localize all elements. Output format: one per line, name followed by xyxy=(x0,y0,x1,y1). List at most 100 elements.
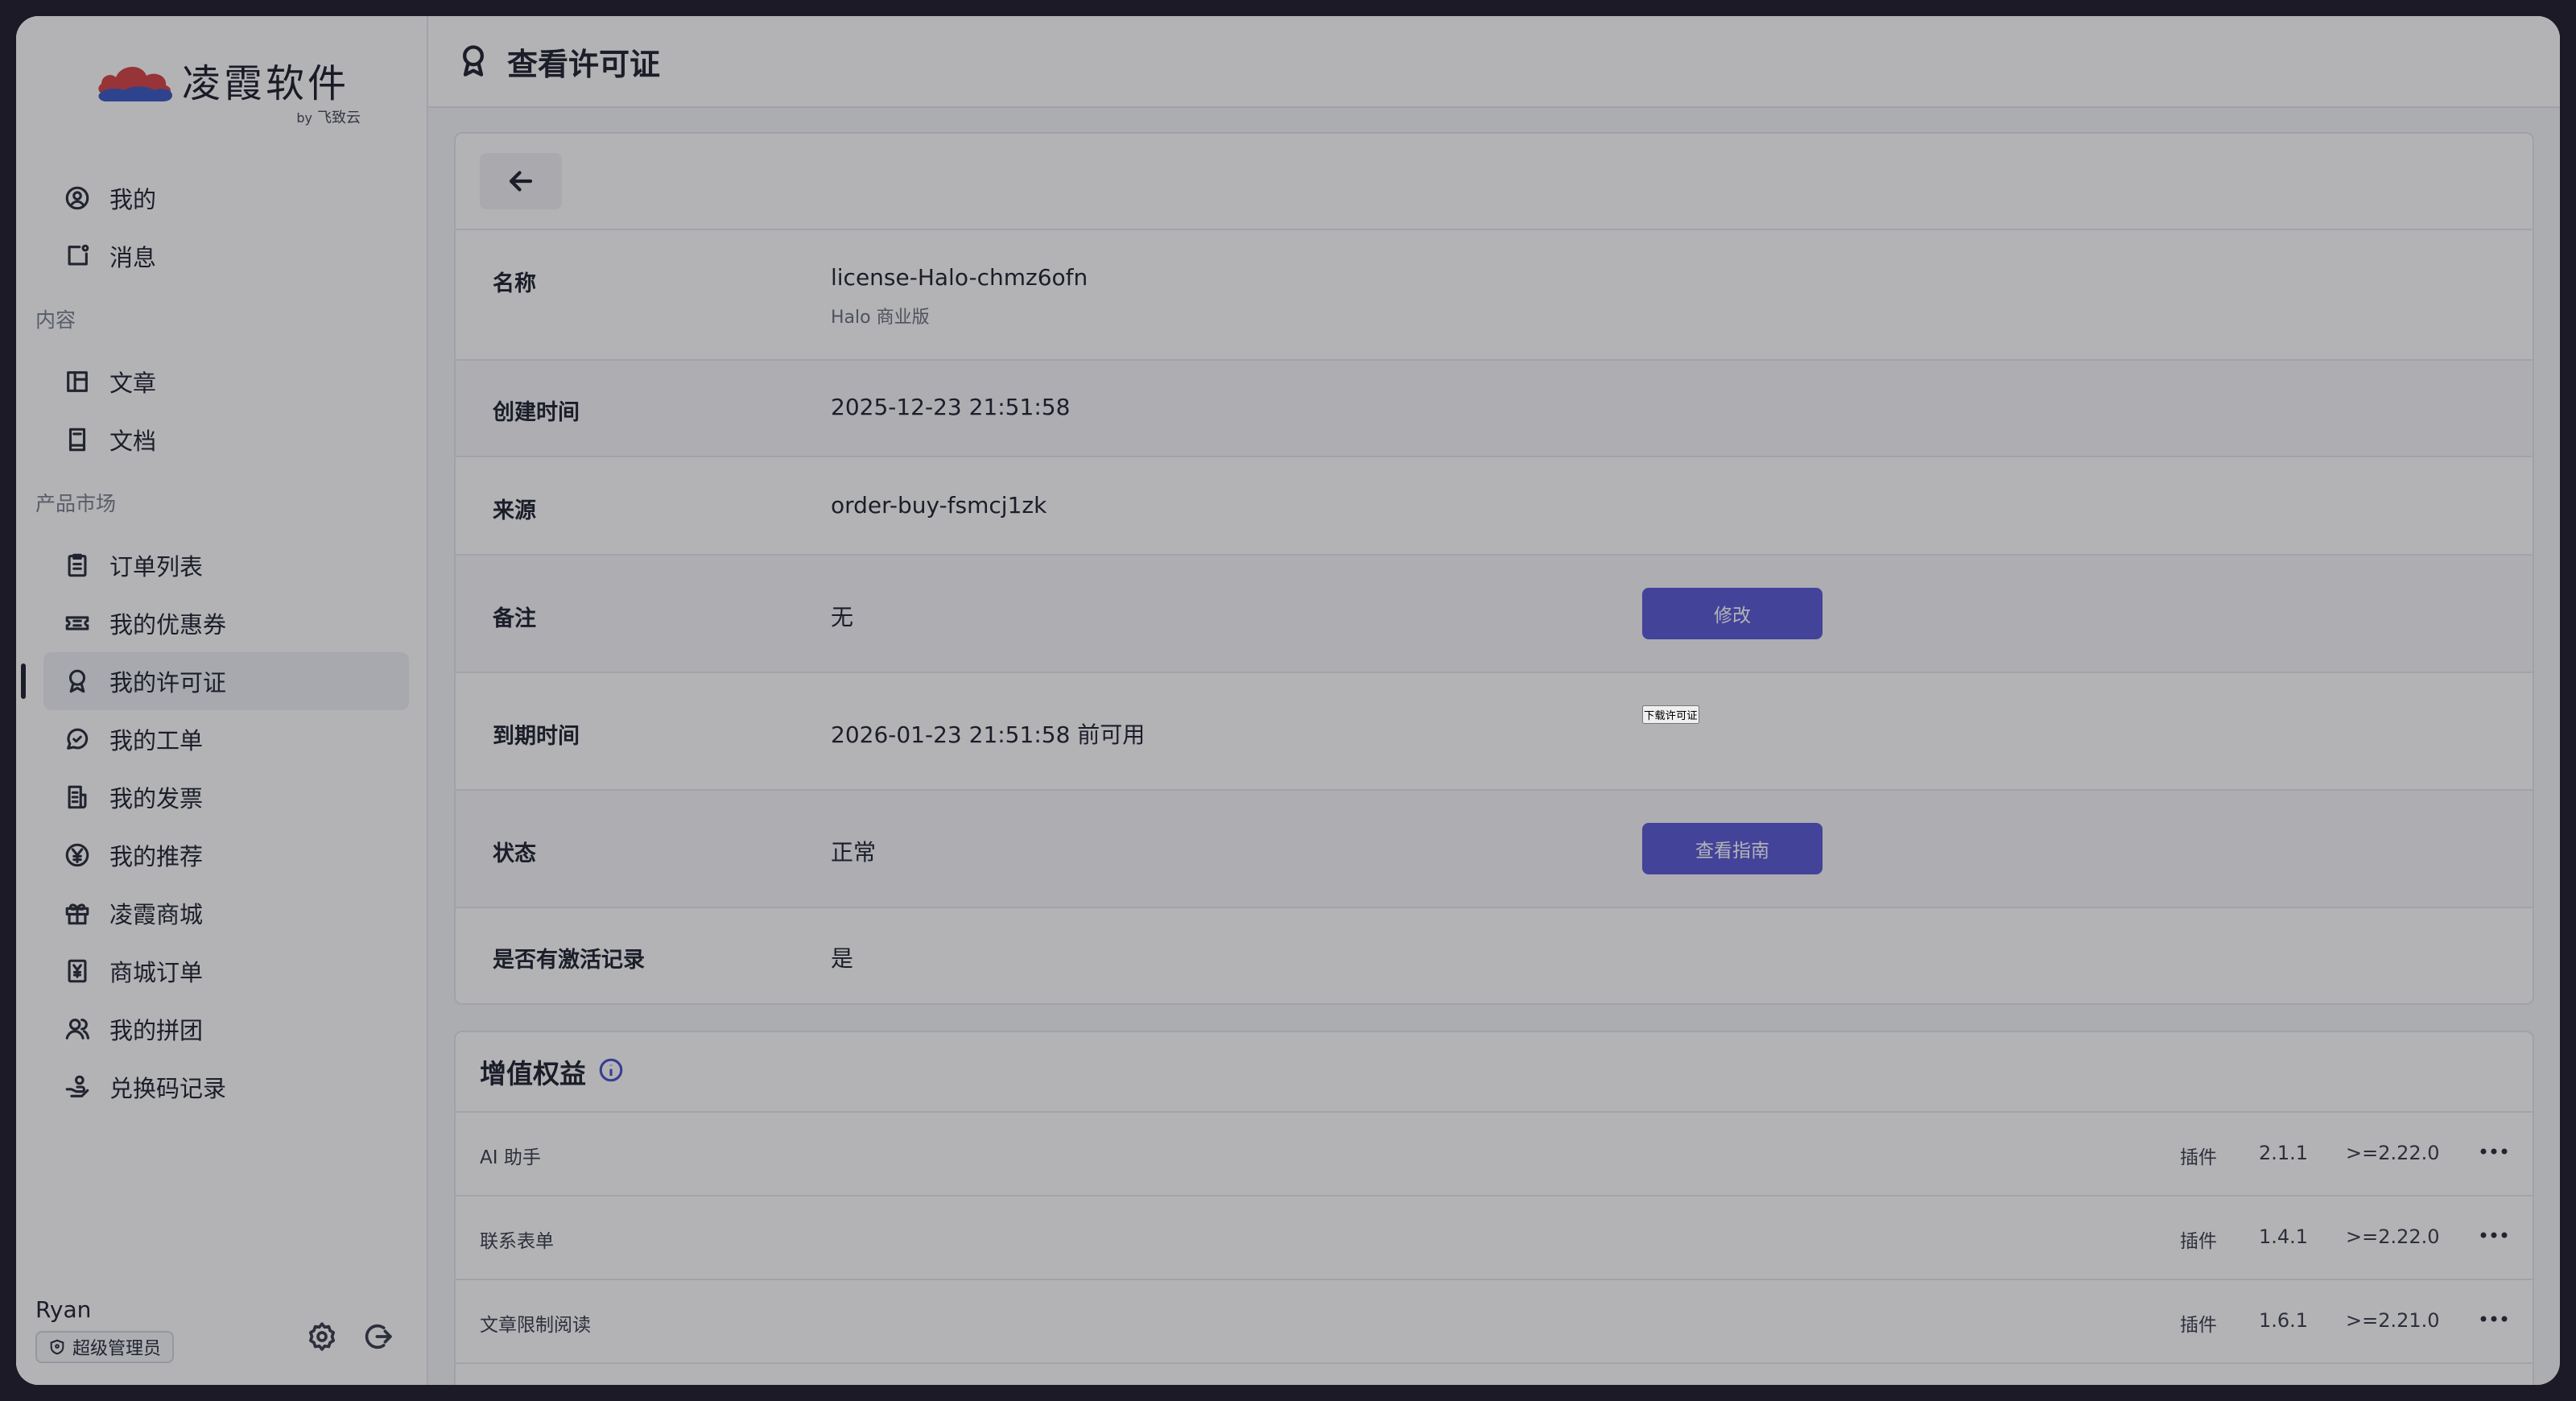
user-role-badge: 超级管理员 xyxy=(35,1331,175,1363)
sidebar-item-label: 消息 xyxy=(109,244,157,271)
article-icon xyxy=(61,366,93,398)
shield-icon xyxy=(50,1339,64,1355)
arrow-left-icon xyxy=(509,171,533,192)
more-horizontal-icon xyxy=(2480,1148,2508,1155)
sidebar-item-group-buy[interactable]: 我的拼团 xyxy=(43,1000,409,1058)
coupon-icon xyxy=(61,607,93,639)
invoice-icon xyxy=(61,781,93,813)
award-icon xyxy=(61,665,93,697)
edit-remark-button[interactable]: 修改 xyxy=(1642,588,1823,639)
info-icon xyxy=(599,1058,623,1082)
sidebar-item-coupons[interactable]: 我的优惠券 xyxy=(43,594,409,652)
benefit-type: 插件 xyxy=(2180,1231,2217,1252)
sidebar-item-label: 商城订单 xyxy=(109,959,204,986)
row-key: 来源 xyxy=(493,498,536,523)
license-row-activation: 是否有激活记录 是 xyxy=(456,908,2533,1003)
row-key: 到期时间 xyxy=(493,724,580,749)
license-row-name: 名称 license-Halo-chmz6ofn Halo 商业版 xyxy=(456,230,2533,361)
license-name-value: license-Halo-chmz6ofn xyxy=(831,264,1088,291)
logout-button[interactable] xyxy=(362,1320,394,1356)
list-item[interactable]: 文章限制阅读 插件 1.6.1 >=2.21.0 xyxy=(456,1280,2533,1364)
book-icon xyxy=(61,424,93,456)
benefits-title: 增值权益 xyxy=(480,1058,586,1089)
group-icon xyxy=(61,1013,93,1045)
brand-logo[interactable]: 凌霞软件 by 飞致云 xyxy=(97,45,370,134)
sidebar-item-label: 我的优惠券 xyxy=(109,611,227,639)
user-profile: Ryan 超级管理员 xyxy=(35,1296,175,1363)
page-header: 查看许可证 xyxy=(428,16,2560,108)
benefit-type: 插件 xyxy=(2180,1315,2217,1336)
sidebar-item-label: 我的 xyxy=(109,186,157,213)
info-button[interactable] xyxy=(586,1056,625,1087)
list-item[interactable]: AI 助手 插件 2.1.1 >=2.22.0 xyxy=(456,1113,2533,1196)
message-icon xyxy=(61,240,93,272)
download-license-button[interactable]: 下载许可证 xyxy=(1642,705,1699,724)
sidebar-item-invoices[interactable]: 我的发票 xyxy=(43,768,409,826)
sidebar-item-orders[interactable]: 订单列表 xyxy=(43,536,409,594)
brand-byline: by 飞致云 xyxy=(296,110,361,126)
benefit-name: 联系表单 xyxy=(480,1231,554,1252)
sidebar-item-store[interactable]: 凌霞商城 xyxy=(43,884,409,942)
row-key: 状态 xyxy=(493,841,536,866)
sidebar-item-label: 我的许可证 xyxy=(109,669,227,696)
benefit-name: AI 助手 xyxy=(480,1147,541,1168)
user-name: Ryan xyxy=(35,1296,92,1323)
row-key: 创建时间 xyxy=(493,400,580,425)
benefit-requirement: >=2.22.0 xyxy=(2346,1225,2440,1248)
sidebar-item-referrals[interactable]: 我的推荐 xyxy=(43,826,409,884)
brand-name: 凌霞软件 xyxy=(182,61,350,106)
benefit-version: 2.1.1 xyxy=(2259,1142,2309,1164)
gift-icon xyxy=(61,897,93,929)
sidebar: 凌霞软件 by 飞致云 我的 消息 内容 文章 文档 产品市场 订单列表 我的优… xyxy=(16,16,428,1385)
status-value: 正常 xyxy=(831,839,877,866)
license-product: Halo 商业版 xyxy=(831,308,930,328)
sidebar-item-licenses[interactable]: 我的许可证 xyxy=(21,652,409,710)
receipt-icon xyxy=(61,955,93,987)
more-options-button[interactable] xyxy=(2476,1304,2512,1333)
sidebar-item-docs[interactable]: 文档 xyxy=(43,411,409,469)
view-guide-button[interactable]: 查看指南 xyxy=(1642,823,1823,874)
sidebar-item-store-orders[interactable]: 商城订单 xyxy=(43,942,409,1000)
sidebar-group-market: 产品市场 xyxy=(35,492,117,515)
created-time-value: 2025-12-23 21:51:58 xyxy=(831,394,1071,420)
benefit-name: 文章限制阅读 xyxy=(480,1315,591,1336)
page-title: 查看许可证 xyxy=(507,46,661,82)
back-button[interactable] xyxy=(480,153,562,209)
logout-icon xyxy=(365,1324,392,1349)
sidebar-item-label: 文档 xyxy=(109,428,157,455)
more-horizontal-icon xyxy=(2480,1232,2508,1238)
sidebar-item-label: 兑换码记录 xyxy=(109,1075,227,1102)
more-horizontal-icon xyxy=(2480,1316,2508,1322)
sidebar-item-messages[interactable]: 消息 xyxy=(43,227,409,285)
license-row-remark: 备注 无 修改 xyxy=(456,556,2533,673)
card-toolbar xyxy=(456,134,2533,230)
sidebar-item-label: 我的工单 xyxy=(109,727,204,754)
sidebar-item-label: 文章 xyxy=(109,370,157,397)
benefits-header: 增值权益 xyxy=(456,1032,2533,1113)
sidebar-item-articles[interactable]: 文章 xyxy=(43,353,409,411)
benefits-card: 增值权益 AI 助手 插件 2.1.1 >=2.22.0 联系表单 插件 1.4… xyxy=(454,1031,2534,1385)
sidebar-item-redeem-records[interactable]: 兑换码记录 xyxy=(43,1058,409,1116)
sidebar-item-label: 我的推荐 xyxy=(109,843,204,870)
license-row-source: 来源 order-buy-fsmcj1zk xyxy=(456,457,2533,556)
sidebar-item-label: 凌霞商城 xyxy=(109,901,204,928)
user-circle-icon xyxy=(61,182,93,214)
license-row-created: 创建时间 2025-12-23 21:51:58 xyxy=(456,361,2533,457)
more-options-button[interactable] xyxy=(2476,1221,2512,1250)
app-window: 凌霞软件 by 飞致云 我的 消息 内容 文章 文档 产品市场 订单列表 我的优… xyxy=(16,16,2560,1385)
award-icon xyxy=(457,43,493,79)
sidebar-item-label: 订单列表 xyxy=(109,553,204,581)
benefit-version: 1.6.1 xyxy=(2259,1309,2309,1332)
sidebar-group-content: 内容 xyxy=(35,308,76,332)
clipboard-icon xyxy=(61,549,93,581)
row-key: 备注 xyxy=(493,606,536,631)
benefit-type: 插件 xyxy=(2180,1147,2217,1168)
expiry-value: 2026-01-23 21:51:58 前可用 xyxy=(831,721,1146,748)
list-item[interactable]: 联系表单 插件 1.4.1 >=2.22.0 xyxy=(456,1196,2533,1280)
more-options-button[interactable] xyxy=(2476,1137,2512,1166)
row-key: 名称 xyxy=(493,271,536,296)
sidebar-item-mine[interactable]: 我的 xyxy=(43,169,409,227)
sidebar-item-tickets[interactable]: 我的工单 xyxy=(43,710,409,768)
settings-button[interactable] xyxy=(306,1320,338,1356)
sidebar-item-label: 我的拼团 xyxy=(109,1017,204,1044)
